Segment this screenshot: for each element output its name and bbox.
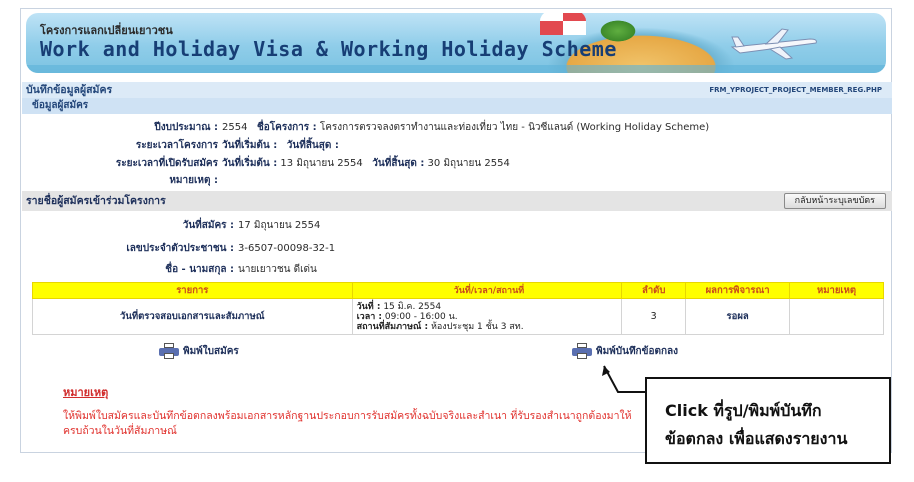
remark-title: หมายเหตุ [63,386,109,399]
apply-period-label: ระยะเวลาที่เปิดรับสมัคร [115,158,218,169]
period-start-label: วันที่เริ่มต้น : [222,140,278,151]
schedule-note [789,298,884,335]
page-title-bar: บันทึกข้อมูลผู้สมัคร FRM_YPROJECT_PROJEC… [22,82,892,98]
applicants-section-label: รายชื่อผู้สมัครเข้าร่วมโครงการ [26,195,166,207]
name-row: ชื่อ - นามสกุล : นายเยาวชน ดีเด่น [22,259,892,281]
column-header-order: ลำดับ [621,282,687,299]
schedule-order: 3 [621,298,687,335]
schedule-table: รายการ วันที่/เวลา/สถานที่ ลำดับ ผลการพิ… [32,282,884,335]
schedule-result: รอผล [685,298,791,335]
name-label: ชื่อ - นามสกุล : [165,264,234,275]
apply-period-line: วันที่เริ่มต้น : 13 มิถุนายน 2554 วันที่… [222,155,510,173]
page-code: FRM_YPROJECT_PROJECT_MEMBER_REG.PHP [709,86,882,94]
note-label: หมายเหตุ : [169,175,218,186]
printer-icon[interactable] [159,343,179,359]
period-end-label: วันที่สิ้นสุด : [286,140,339,151]
callout-line-2: ข้อตกลง เพื่อแสดงรายงาน [665,429,848,448]
print-agreement-link[interactable]: พิมพ์บันทึกข้อตกลง [572,343,678,359]
page-title: บันทึกข้อมูลผู้สมัคร [26,84,113,96]
budget-label: ปีงบประมาณ : [154,122,218,133]
citizen-id-value: 3-6507-00098-32-1 [238,243,336,254]
schedule-time-line: เวลา : 09:00 - 16:00 น. [357,312,622,322]
info-row-apply-period: ระยะเวลาที่เปิดรับสมัคร วันที่เริ่มต้น :… [22,155,892,173]
print-application-link[interactable]: พิมพ์ใบสมัคร [159,343,239,359]
apply-end-label: วันที่สิ้นสุด : [372,158,425,169]
print-agreement-label[interactable]: พิมพ์บันทึกข้อตกลง [596,344,678,359]
project-name-label: ชื่อโครงการ : [257,122,317,133]
section-header-applicant: ข้อมูลผู้สมัคร [22,98,892,114]
apply-end: 30 มิถุนายน 2554 [427,158,510,169]
beach-umbrella-icon [540,13,586,35]
project-name: โครงการตรวจลงตราทำงานและท่องเที่ยว ไทย -… [319,122,710,133]
column-header-result: ผลการพิจารณา [685,282,791,299]
apply-date-label: วันที่สมัคร : [182,220,234,231]
budget-value: 2554 [222,122,248,133]
column-header-datetime: วันที่/เวลา/สถานที่ [351,282,623,299]
schedule-date: 15 มิ.ค. 2554 [383,301,442,312]
schedule-place-label: สถานที่สัมภาษณ์ : [356,321,429,332]
callout-line-1: Click ที่รูป/พิมพ์บันทึก [665,401,822,420]
schedule-time: 09:00 - 16:00 น. [384,311,458,322]
schedule-place-line: สถานที่สัมภาษณ์ : ห้องประชุม 1 ชั้น 3 สท… [357,322,622,332]
header-banner: โครงการแลกเปลี่ยนเยาวชน Work and Holiday… [26,13,886,73]
schedule-place: ห้องประชุม 1 ชั้น 3 สท. [430,321,524,332]
citizen-id-label: เลขประจำตัวประชาชน : [126,243,234,254]
table-row: วันที่ตรวจสอบเอกสารและสัมภาษณ์ วันที่ : … [32,298,884,335]
remark-text: ให้พิมพ์ใบสมัครและบันทึกข้อตกลงพร้อมเอกส… [63,410,632,437]
column-header-item: รายการ [32,282,353,299]
info-row-budget: ปีงบประมาณ : 2554 ชื่อโครงการ : โครงการต… [22,119,892,137]
column-header-note: หมายเหตุ [789,282,884,299]
info-row-period: ระยะเวลาโครงการ วันที่เริ่มต้น : วันที่ส… [22,137,892,155]
apply-date-value: 17 มิถุนายน 2554 [238,220,321,231]
schedule-date-line: วันที่ : 15 มิ.ค. 2554 [357,302,622,312]
info-row-note: หมายเหตุ : [22,172,892,190]
banner-brand: Work and Holiday Visa & Working Holiday … [40,37,617,61]
instruction-callout: Click ที่รูป/พิมพ์บันทึก ข้อตกลง เพื่อแส… [645,377,891,464]
schedule-date-label: วันที่ : [356,301,381,312]
back-to-id-button[interactable]: กลับหน้าระบุเลขบัตร [783,193,886,209]
period-label: ระยะเวลาโครงการ [135,140,218,151]
schedule-datetime-cell: วันที่ : 15 มิ.ค. 2554 เวลา : 09:00 - 16… [351,298,623,335]
section-header-applicants: รายชื่อผู้สมัครเข้าร่วมโครงการ กลับหน้าร… [22,191,892,211]
printer-icon[interactable] [572,343,592,359]
citizen-id-row: เลขประจำตัวประชาชน : 3-6507-00098-32-1 [22,238,892,260]
apply-start-label: วันที่เริ่มต้น : [222,158,278,169]
schedule-header-row: รายการ วันที่/เวลา/สถานที่ ลำดับ ผลการพิ… [32,282,884,299]
apply-start: 13 มิถุนายน 2554 [280,158,363,169]
schedule-time-label: เวลา : [356,311,383,322]
print-application-label[interactable]: พิมพ์ใบสมัคร [183,344,239,359]
callout-text: Click ที่รูป/พิมพ์บันทึก ข้อตกลง เพื่อแส… [665,397,847,453]
budget-line: 2554 ชื่อโครงการ : โครงการตรวจลงตราทำงาน… [222,119,709,137]
airplane-icon [730,28,817,60]
period-line: วันที่เริ่มต้น : วันที่สิ้นสุด : [222,137,339,155]
wave-strip [26,65,886,73]
schedule-item: วันที่ตรวจสอบเอกสารและสัมภาษณ์ [32,298,353,335]
apply-date-row: วันที่สมัคร : 17 มิถุนายน 2554 [22,215,892,237]
name-value: นายเยาวชน ดีเด่น [238,264,317,275]
